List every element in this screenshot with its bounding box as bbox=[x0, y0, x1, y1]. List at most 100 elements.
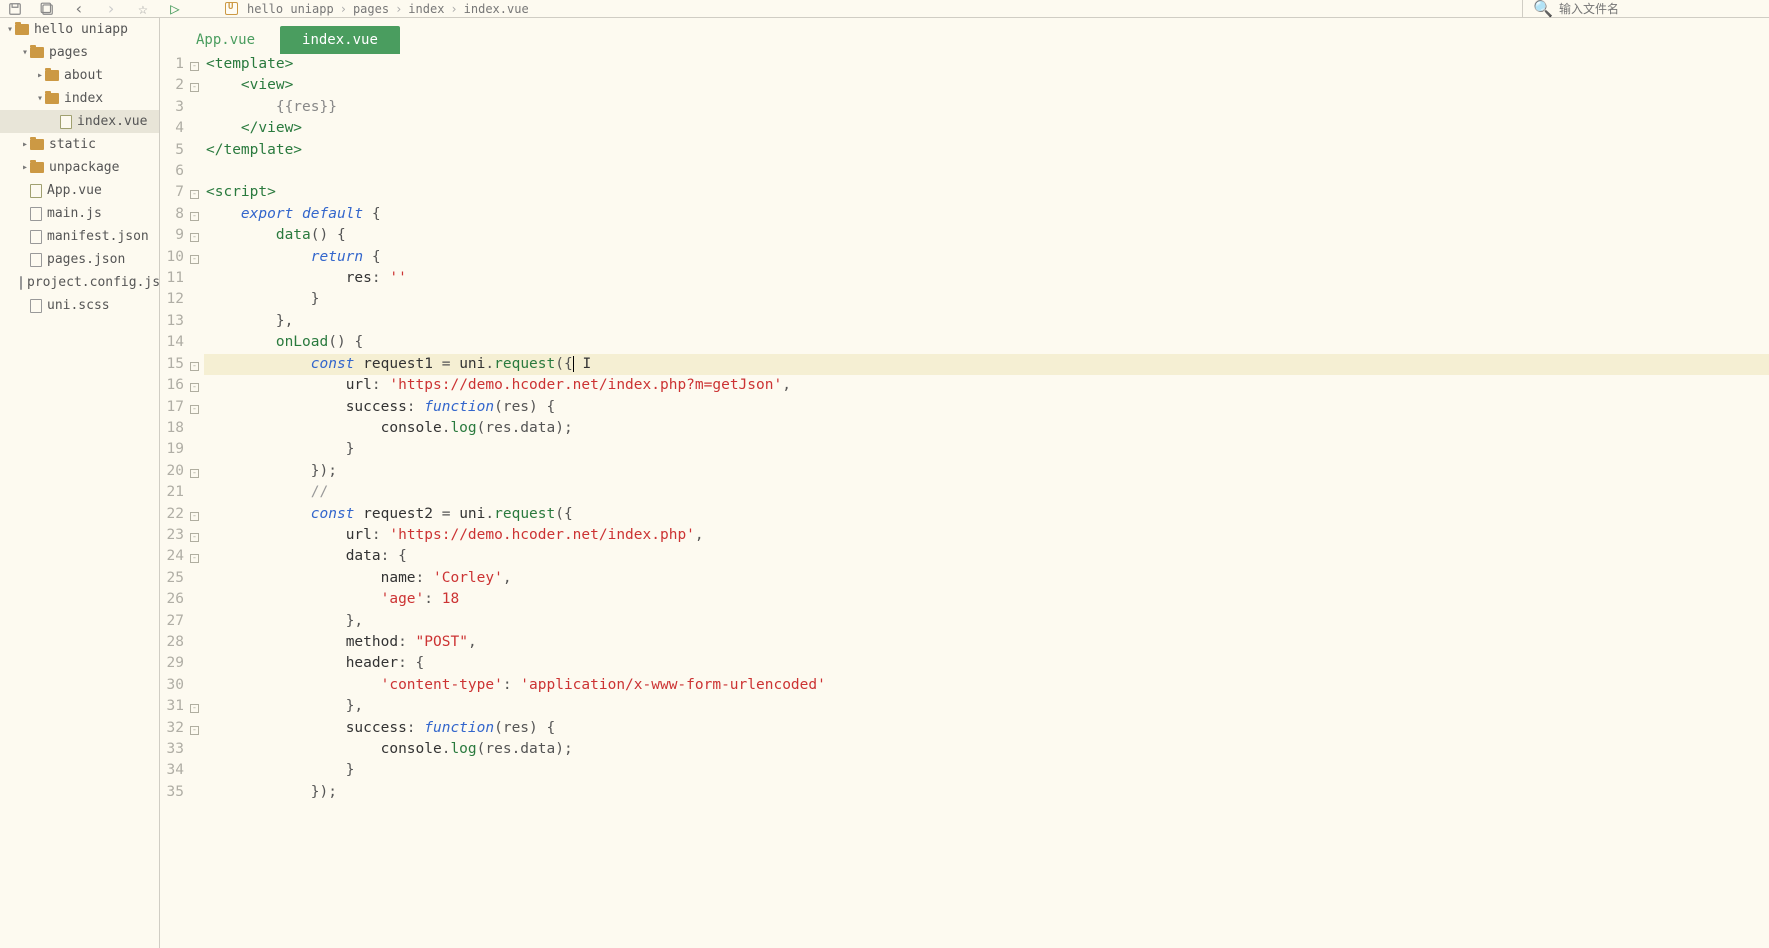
tree-item-unpackage[interactable]: ▸unpackage bbox=[0, 156, 159, 179]
chevron-icon[interactable]: ▾ bbox=[20, 47, 30, 58]
fold-marker[interactable] bbox=[190, 568, 204, 589]
fold-marker[interactable] bbox=[190, 332, 204, 353]
tree-item-index-vue[interactable]: index.vue bbox=[0, 110, 159, 133]
fold-marker[interactable] bbox=[190, 161, 204, 182]
tree-item-static[interactable]: ▸static bbox=[0, 133, 159, 156]
code-line[interactable]: <template> bbox=[204, 54, 1769, 75]
save-icon[interactable] bbox=[8, 2, 22, 16]
fold-marker[interactable]: - bbox=[190, 397, 204, 418]
code-line[interactable]: }); bbox=[204, 461, 1769, 482]
code-line[interactable]: <view> bbox=[204, 75, 1769, 96]
code-line[interactable]: const request1 = uni.request({ I bbox=[204, 354, 1769, 375]
code-line[interactable]: success: function(res) { bbox=[204, 397, 1769, 418]
run-icon[interactable]: ▷ bbox=[168, 2, 182, 16]
breadcrumb-item[interactable]: index bbox=[408, 2, 444, 16]
code-line[interactable]: console.log(res.data); bbox=[204, 739, 1769, 760]
fold-marker[interactable]: - bbox=[190, 54, 204, 75]
code-line[interactable]: success: function(res) { bbox=[204, 718, 1769, 739]
tree-item-hello-uniapp[interactable]: ▾hello uniapp bbox=[0, 18, 159, 41]
code-line[interactable]: {{res}} bbox=[204, 97, 1769, 118]
code-line[interactable]: </view> bbox=[204, 118, 1769, 139]
chevron-icon[interactable]: ▸ bbox=[35, 70, 45, 81]
forward-icon[interactable]: › bbox=[104, 2, 118, 16]
breadcrumb-item[interactable]: index.vue bbox=[464, 2, 529, 16]
fold-marker[interactable]: - bbox=[190, 461, 204, 482]
breadcrumb-item[interactable]: hello uniapp bbox=[247, 2, 334, 16]
tab-index-vue[interactable]: index.vue bbox=[280, 26, 400, 54]
fold-marker[interactable] bbox=[190, 418, 204, 439]
fold-marker[interactable] bbox=[190, 632, 204, 653]
fold-marker[interactable] bbox=[190, 675, 204, 696]
code-line[interactable]: } bbox=[204, 760, 1769, 781]
code-line[interactable]: // bbox=[204, 482, 1769, 503]
code-line[interactable]: console.log(res.data); bbox=[204, 418, 1769, 439]
tree-item-project-config-json[interactable]: project.config.json bbox=[0, 271, 159, 294]
tree-item-pages-json[interactable]: pages.json bbox=[0, 248, 159, 271]
chevron-icon[interactable]: ▾ bbox=[5, 24, 15, 35]
fold-marker[interactable]: - bbox=[190, 225, 204, 246]
tree-item-index[interactable]: ▾index bbox=[0, 87, 159, 110]
fold-marker[interactable]: - bbox=[190, 504, 204, 525]
fold-column[interactable]: -- ---- --- - --- -- bbox=[190, 54, 204, 948]
code-line[interactable]: data() { bbox=[204, 225, 1769, 246]
fold-marker[interactable]: - bbox=[190, 525, 204, 546]
code-line[interactable] bbox=[204, 161, 1769, 182]
fold-marker[interactable]: - bbox=[190, 75, 204, 96]
fold-marker[interactable] bbox=[190, 268, 204, 289]
tree-item-App-vue[interactable]: App.vue bbox=[0, 179, 159, 202]
chevron-icon[interactable]: ▸ bbox=[20, 139, 30, 150]
fold-marker[interactable] bbox=[190, 97, 204, 118]
fold-marker[interactable]: - bbox=[190, 718, 204, 739]
fold-marker[interactable]: - bbox=[190, 696, 204, 717]
code-line[interactable]: name: 'Corley', bbox=[204, 568, 1769, 589]
code-line[interactable]: }, bbox=[204, 311, 1769, 332]
code-line[interactable]: header: { bbox=[204, 653, 1769, 674]
fold-marker[interactable] bbox=[190, 289, 204, 310]
fold-marker[interactable]: - bbox=[190, 375, 204, 396]
code-line[interactable]: <script> bbox=[204, 182, 1769, 203]
fold-marker[interactable] bbox=[190, 760, 204, 781]
code-line[interactable]: return { bbox=[204, 247, 1769, 268]
code-line[interactable]: url: 'https://demo.hcoder.net/index.php'… bbox=[204, 525, 1769, 546]
breadcrumb-item[interactable]: pages bbox=[353, 2, 389, 16]
tree-item-manifest-json[interactable]: manifest.json bbox=[0, 225, 159, 248]
code-editor[interactable]: 1234567891011121314151617181920212223242… bbox=[160, 54, 1769, 948]
code-line[interactable]: const request2 = uni.request({ bbox=[204, 504, 1769, 525]
fold-marker[interactable] bbox=[190, 311, 204, 332]
code-line[interactable]: }); bbox=[204, 782, 1769, 803]
fold-marker[interactable] bbox=[190, 439, 204, 460]
back-icon[interactable]: ‹ bbox=[72, 2, 86, 16]
fold-marker[interactable]: - bbox=[190, 247, 204, 268]
fold-marker[interactable] bbox=[190, 482, 204, 503]
code-line[interactable]: </template> bbox=[204, 140, 1769, 161]
code-line[interactable]: method: "POST", bbox=[204, 632, 1769, 653]
tree-item-main-js[interactable]: main.js bbox=[0, 202, 159, 225]
fold-marker[interactable] bbox=[190, 782, 204, 803]
fold-marker[interactable] bbox=[190, 611, 204, 632]
fold-marker[interactable]: - bbox=[190, 354, 204, 375]
code-line[interactable]: }, bbox=[204, 611, 1769, 632]
tree-item-about[interactable]: ▸about bbox=[0, 64, 159, 87]
search-icon[interactable]: 🔍 bbox=[1533, 0, 1553, 18]
code-line[interactable]: export default { bbox=[204, 204, 1769, 225]
code-line[interactable]: url: 'https://demo.hcoder.net/index.php?… bbox=[204, 375, 1769, 396]
code-line[interactable]: 'age': 18 bbox=[204, 589, 1769, 610]
fold-marker[interactable] bbox=[190, 589, 204, 610]
fold-marker[interactable] bbox=[190, 140, 204, 161]
code-line[interactable]: 'content-type': 'application/x-www-form-… bbox=[204, 675, 1769, 696]
fold-marker[interactable]: - bbox=[190, 546, 204, 567]
tree-item-uni-scss[interactable]: uni.scss bbox=[0, 294, 159, 317]
code-line[interactable]: } bbox=[204, 439, 1769, 460]
chevron-icon[interactable]: ▾ bbox=[35, 93, 45, 104]
file-search-input[interactable] bbox=[1559, 2, 1759, 16]
code-content[interactable]: <template> <view> {{res}} </view></templ… bbox=[204, 54, 1769, 948]
fold-marker[interactable] bbox=[190, 118, 204, 139]
star-icon[interactable]: ☆ bbox=[136, 2, 150, 16]
fold-marker[interactable] bbox=[190, 739, 204, 760]
fold-marker[interactable]: - bbox=[190, 204, 204, 225]
chevron-icon[interactable]: ▸ bbox=[20, 162, 30, 173]
save-all-icon[interactable] bbox=[40, 2, 54, 16]
code-line[interactable]: }, bbox=[204, 696, 1769, 717]
file-tree[interactable]: ▾hello uniapp▾pages▸about▾indexindex.vue… bbox=[0, 18, 160, 948]
tab-app-vue[interactable]: App.vue bbox=[174, 26, 277, 54]
